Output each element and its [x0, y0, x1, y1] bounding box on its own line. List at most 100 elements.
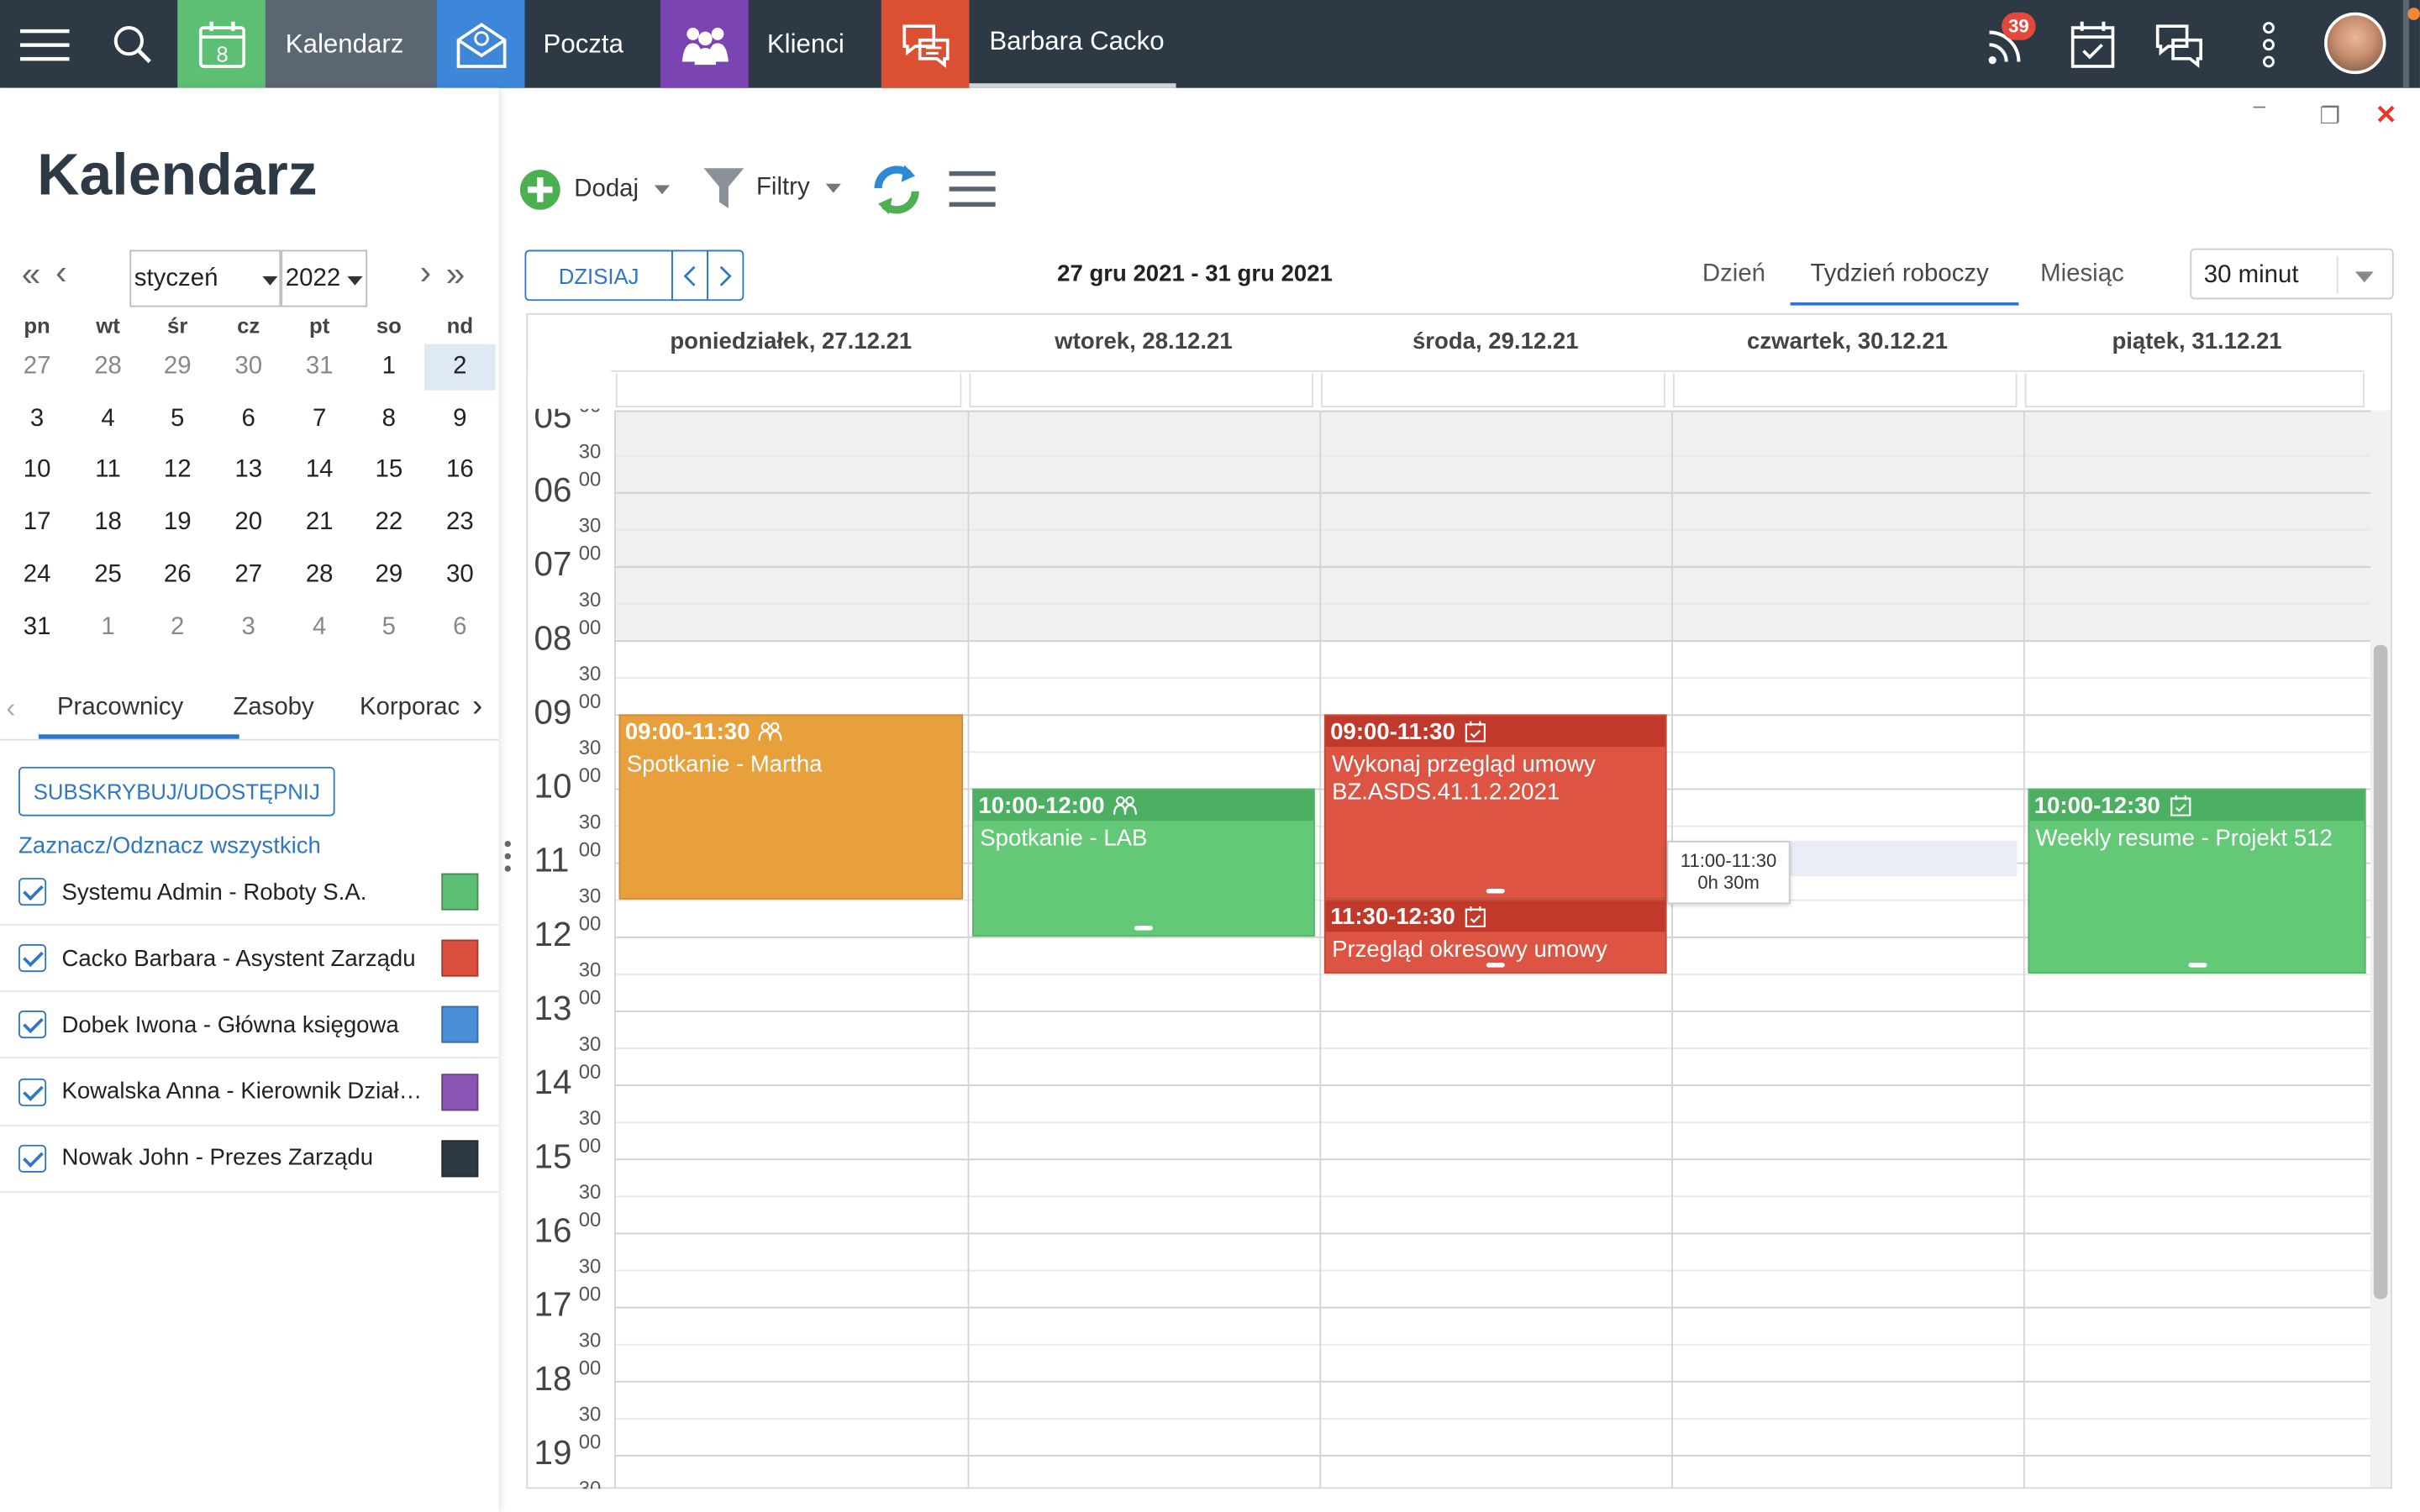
calendar-event[interactable]: 11:30-12:30 Przegląd okresowy umowy [1323, 899, 1667, 974]
calendar-day[interactable]: 18 [72, 500, 143, 546]
calendar-day[interactable]: 22 [354, 500, 424, 546]
select-all-link[interactable]: Zaznacz/Odznacz wszystkich [18, 833, 321, 859]
color-swatch[interactable] [441, 873, 479, 911]
calendar-day[interactable]: 3 [2, 396, 72, 442]
calendar-day[interactable]: 28 [72, 344, 143, 391]
chat-icon[interactable] [881, 0, 970, 88]
person-row[interactable]: Systemu Admin - Roboty S.A. [0, 859, 499, 927]
calendar-day[interactable]: 6 [213, 396, 283, 442]
color-swatch[interactable] [441, 1006, 479, 1044]
calendar-day[interactable]: 12 [142, 448, 213, 494]
tab-korporacja[interactable]: Korporac [360, 695, 461, 722]
prev-year-icon[interactable]: « [22, 255, 41, 295]
resize-handle[interactable] [1486, 888, 1505, 894]
prev-month-icon[interactable]: ‹ [55, 253, 66, 293]
checkbox[interactable] [18, 1011, 47, 1039]
tab-poczta[interactable]: Poczta [524, 0, 660, 88]
calendar-day[interactable]: 5 [142, 396, 213, 442]
calendar-app-icon[interactable]: 8 [177, 0, 266, 88]
prev-week-button[interactable] [671, 249, 709, 302]
calendar-day[interactable]: 29 [142, 344, 213, 391]
grid-scrollbar-thumb[interactable] [2373, 644, 2388, 1299]
calendar-day[interactable]: 1 [72, 604, 143, 650]
hamburger-menu-icon[interactable] [0, 0, 88, 88]
today-button[interactable]: DZISIAJ [524, 249, 673, 302]
tab-barbara-cacko[interactable]: Barbara Cacko [969, 0, 1176, 88]
task-calendar-icon[interactable] [2059, 0, 2127, 88]
calendar-day[interactable]: 31 [284, 344, 355, 391]
calendar-event[interactable]: 09:00-11:30 Spotkanie - Martha [618, 714, 964, 900]
calendar-day[interactable]: 30 [424, 552, 495, 598]
calendar-day[interactable]: 16 [424, 448, 495, 494]
calendar-day[interactable]: 5 [354, 604, 424, 650]
tabs-next-icon[interactable]: › [472, 690, 482, 725]
calendar-day[interactable]: 19 [142, 500, 213, 546]
calendar-day[interactable]: 10 [2, 448, 72, 494]
calendar-day[interactable]: 28 [284, 552, 355, 598]
calendar-day[interactable]: 7 [284, 396, 355, 442]
next-month-icon[interactable]: › [420, 253, 431, 293]
calendar-day-selected[interactable]: 2 [424, 344, 496, 391]
calendar-event[interactable]: 09:00-11:30 Wykonaj przegląd umowy BZ.ASD… [1323, 714, 1667, 900]
all-day-cell[interactable] [969, 373, 1314, 407]
month-select[interactable]: styczeń [129, 249, 281, 307]
close-icon[interactable]: ✕ [2375, 100, 2397, 131]
add-button[interactable]: Dodaj [518, 168, 670, 211]
mail-icon[interactable] [436, 0, 525, 88]
resize-handle[interactable] [1486, 963, 1505, 968]
calendar-day[interactable]: 3 [213, 604, 283, 650]
checkbox[interactable] [18, 1144, 47, 1173]
person-row[interactable]: Cacko Barbara - Asystent Zarządu [0, 926, 499, 993]
calendar-day[interactable]: 21 [284, 500, 355, 546]
calendar-day[interactable]: 24 [2, 552, 72, 598]
feed-icon[interactable] [1972, 0, 2040, 88]
tab-kalendarz[interactable]: Kalendarz [265, 0, 437, 88]
color-swatch[interactable] [441, 1073, 479, 1110]
calendar-day[interactable]: 29 [354, 552, 424, 598]
messages-icon[interactable] [2145, 0, 2213, 88]
search-icon[interactable] [92, 0, 173, 88]
all-day-cell[interactable] [1321, 373, 1665, 407]
calendar-day[interactable]: 14 [284, 448, 355, 494]
calendar-day[interactable]: 11 [72, 448, 143, 494]
view-month[interactable]: Miesiąc [2040, 260, 2124, 288]
restore-icon[interactable]: ❐ [2320, 102, 2341, 129]
subscribe-share-button[interactable]: SUBSKRYBUJ/UDOSTĘPNIJ [18, 766, 335, 816]
person-row[interactable]: Dobek Iwona - Główna księgowa [0, 993, 499, 1059]
more-options-icon[interactable] [2241, 0, 2296, 88]
calendar-day[interactable]: 6 [424, 604, 495, 650]
all-day-cell[interactable] [2024, 373, 2365, 407]
year-select[interactable]: 2022 [281, 249, 368, 307]
resize-handle[interactable] [2187, 963, 2207, 968]
calendar-day[interactable]: 27 [2, 344, 72, 391]
calendar-day[interactable]: 17 [2, 500, 72, 546]
list-menu-icon[interactable] [949, 170, 999, 218]
calendar-day[interactable]: 23 [424, 500, 495, 546]
tab-pracownicy[interactable]: Pracownicy [57, 695, 183, 722]
checkbox[interactable] [18, 1078, 47, 1106]
refresh-icon[interactable] [872, 164, 922, 224]
calendar-day[interactable]: 4 [72, 396, 143, 442]
interval-select[interactable]: 30 minut [2190, 248, 2394, 300]
tab-zasoby[interactable]: Zasoby [233, 695, 313, 722]
panel-splitter-handle[interactable] [504, 839, 511, 873]
calendar-day[interactable]: 30 [213, 344, 283, 391]
all-day-cell[interactable] [615, 373, 962, 407]
calendar-event[interactable]: 10:00-12:00 Spotkanie - LAB [972, 788, 1315, 937]
calendar-day[interactable]: 26 [142, 552, 213, 598]
tab-klienci[interactable]: Klienci [749, 0, 881, 88]
calendar-day[interactable]: 8 [354, 396, 424, 442]
calendar-day[interactable]: 27 [213, 552, 283, 598]
person-row[interactable]: Kowalska Anna - Kierownik Działu Sprzeda… [0, 1059, 499, 1126]
calendar-day[interactable]: 25 [72, 552, 143, 598]
view-day[interactable]: Dzień [1702, 260, 1765, 288]
user-avatar[interactable] [2324, 12, 2386, 75]
person-row[interactable]: Nowak John - Prezes Zarządu [0, 1126, 499, 1193]
resize-handle[interactable] [1134, 926, 1154, 931]
minimize-icon[interactable]: ‒ [2254, 92, 2265, 117]
calendar-day[interactable]: 1 [354, 344, 424, 391]
color-swatch[interactable] [441, 1139, 479, 1178]
calendar-day[interactable]: 20 [213, 500, 283, 546]
calendar-day[interactable]: 13 [213, 448, 283, 494]
checkbox[interactable] [18, 878, 47, 906]
